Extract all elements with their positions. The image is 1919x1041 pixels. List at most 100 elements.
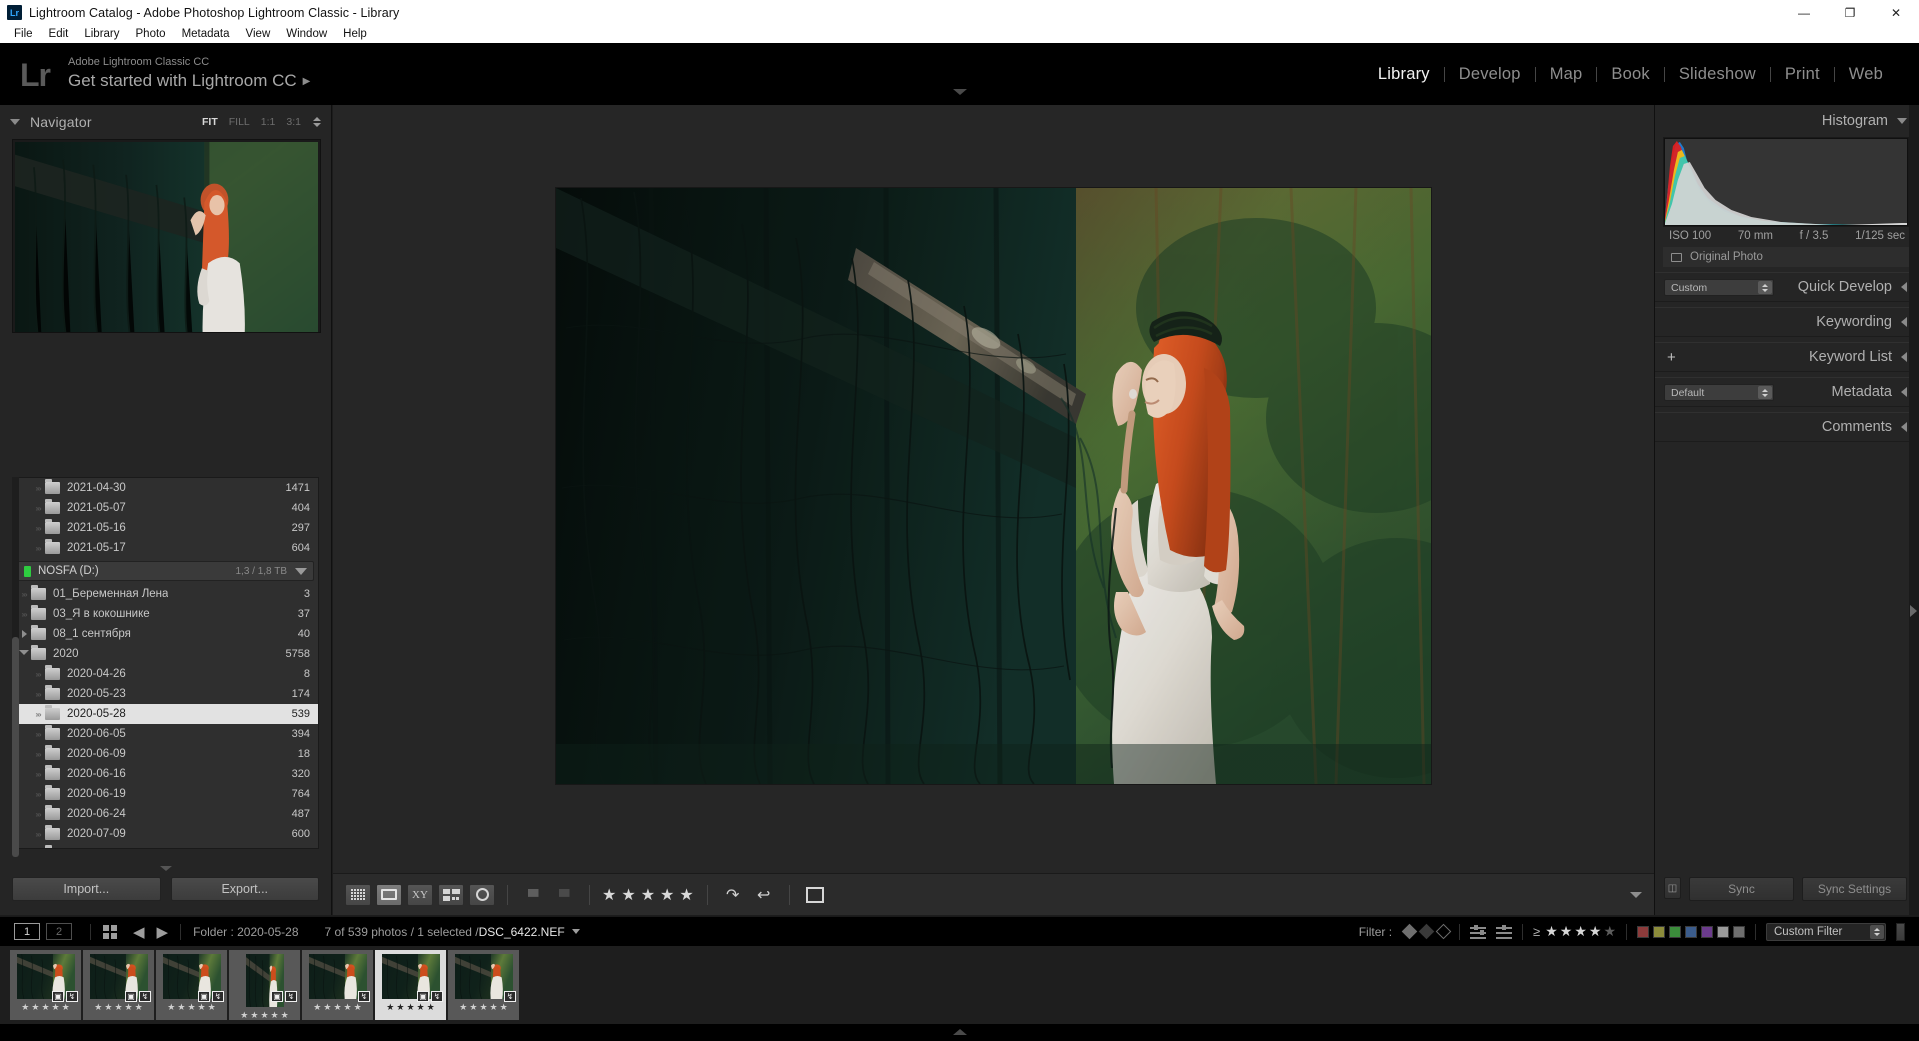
filter-flag-pick-icon[interactable] bbox=[1401, 923, 1418, 940]
module-map[interactable]: Map bbox=[1536, 65, 1597, 84]
loupe-view-icon[interactable] bbox=[376, 883, 402, 906]
filter-flag-reject-icon[interactable] bbox=[1435, 923, 1452, 940]
thumbnail-star[interactable]: ★ bbox=[52, 1003, 60, 1012]
folder-row[interactable]: ››› 2020-06-05 394 bbox=[13, 724, 318, 744]
thumbnail-rating[interactable]: ★ ★ ★ ★ ★ bbox=[167, 1003, 215, 1012]
zoom-fit[interactable]: FIT bbox=[202, 116, 218, 128]
filter-star-4[interactable]: ★ bbox=[1589, 923, 1602, 940]
filmstrip[interactable]: ▣ ↯ ★ ★ ★ ★ ★ ▣ ↯ ★ ★ ★ ★ ★ ▣ ↯ ★ ★ ★ ★ … bbox=[0, 946, 1919, 1024]
folder-row[interactable]: ››› 2020-06-24 487 bbox=[13, 804, 318, 824]
photo-stage[interactable] bbox=[333, 105, 1654, 867]
disclosure-dots-icon[interactable]: ››› bbox=[17, 610, 31, 619]
thumbnail-rating[interactable]: ★ ★ ★ ★ ★ bbox=[459, 1003, 507, 1012]
thumbnail-star[interactable]: ★ bbox=[406, 1003, 414, 1012]
color-label-swatch-6[interactable] bbox=[1717, 925, 1729, 938]
crop-overlay-icon[interactable] bbox=[802, 884, 828, 906]
thumbnail-star[interactable]: ★ bbox=[281, 1011, 289, 1020]
screen-2-button[interactable]: 2 bbox=[46, 923, 72, 940]
flag-pick-icon[interactable] bbox=[520, 884, 546, 906]
add-keyword-icon[interactable]: + bbox=[1667, 350, 1676, 365]
folder-row[interactable]: ››› 03_Я в кокошнике 37 bbox=[13, 604, 318, 624]
chevron-down-icon[interactable] bbox=[1897, 118, 1907, 124]
folder-row[interactable]: ››› 2020-06-19 764 bbox=[13, 784, 318, 804]
minimize-icon[interactable]: — bbox=[1781, 0, 1827, 25]
disclosure-open-icon[interactable] bbox=[17, 649, 31, 659]
scrollbar-thumb[interactable] bbox=[12, 637, 19, 857]
thumbnail-rating[interactable]: ★ ★ ★ ★ ★ bbox=[21, 1003, 69, 1012]
collapse-topbar-handle[interactable] bbox=[952, 89, 967, 95]
survey-view-icon[interactable] bbox=[438, 883, 464, 906]
thumbnail-star[interactable]: ★ bbox=[427, 1003, 435, 1012]
thumbnail-star[interactable]: ★ bbox=[417, 1003, 425, 1012]
filter-star-1[interactable]: ★ bbox=[1545, 923, 1558, 940]
rating-stars[interactable]: ★ ★ ★ ★ ★ bbox=[602, 885, 695, 905]
export-button[interactable]: Export... bbox=[170, 877, 319, 901]
disclosure-dots-icon[interactable]: ››› bbox=[31, 810, 45, 819]
disclosure-dots-icon[interactable]: ››› bbox=[31, 484, 45, 493]
thumbnail-star[interactable]: ★ bbox=[354, 1003, 362, 1012]
thumbnail-star[interactable]: ★ bbox=[396, 1003, 404, 1012]
grid-view-icon[interactable] bbox=[345, 883, 371, 906]
module-book[interactable]: Book bbox=[1597, 65, 1663, 84]
disclosure-dots-icon[interactable]: ››› bbox=[31, 504, 45, 513]
disclosure-dots-icon[interactable]: ››› bbox=[31, 670, 45, 679]
develop-badge-icon[interactable]: ↯ bbox=[139, 991, 151, 1002]
menu-edit[interactable]: Edit bbox=[41, 25, 77, 43]
thumbnail-star[interactable]: ★ bbox=[469, 1003, 477, 1012]
thumbnail-star[interactable]: ★ bbox=[323, 1003, 331, 1012]
chevron-left-icon[interactable] bbox=[1901, 352, 1907, 362]
disclosure-dots-icon[interactable]: ››› bbox=[31, 690, 45, 699]
menu-metadata[interactable]: Metadata bbox=[174, 25, 238, 43]
thumbnail-star[interactable]: ★ bbox=[198, 1003, 206, 1012]
folder-row[interactable]: ››› 2021-05-17 604 bbox=[13, 538, 318, 558]
color-label-swatch-7[interactable] bbox=[1733, 925, 1745, 938]
folder-row[interactable]: ››› 2020-06-16 320 bbox=[13, 764, 318, 784]
thumbnail-star[interactable]: ★ bbox=[114, 1003, 122, 1012]
folder-row[interactable]: 2020 5758 bbox=[13, 644, 318, 664]
filename-chevron-icon[interactable] bbox=[571, 929, 580, 934]
panel-keyword-list[interactable]: + Keyword List bbox=[1655, 342, 1919, 372]
star-4[interactable]: ★ bbox=[660, 885, 675, 905]
filter-star-2[interactable]: ★ bbox=[1560, 923, 1573, 940]
thumbnail-star[interactable]: ★ bbox=[459, 1003, 467, 1012]
thumbnail-star[interactable]: ★ bbox=[135, 1003, 143, 1012]
color-label-swatch-1[interactable] bbox=[1637, 925, 1649, 938]
crop-badge-icon[interactable]: ▣ bbox=[417, 991, 429, 1002]
chevron-left-icon[interactable] bbox=[1901, 317, 1907, 327]
previous-photo-icon[interactable]: ◀ bbox=[133, 923, 145, 941]
panel-comments[interactable]: Comments bbox=[1655, 412, 1919, 442]
crop-badge-icon[interactable]: ▣ bbox=[198, 991, 210, 1002]
thumbnail-star[interactable]: ★ bbox=[62, 1003, 70, 1012]
menu-library[interactable]: Library bbox=[76, 25, 127, 43]
zoom-1-1[interactable]: 1:1 bbox=[261, 116, 276, 128]
folder-row[interactable]: ››› 2020-07-09 600 bbox=[13, 824, 318, 844]
zoom-3-1[interactable]: 3:1 bbox=[286, 116, 301, 128]
module-print[interactable]: Print bbox=[1771, 65, 1834, 84]
next-photo-icon[interactable]: ▶ bbox=[157, 923, 169, 941]
filmstrip-thumbnail[interactable]: ↯ ★ ★ ★ ★ ★ bbox=[448, 950, 519, 1020]
quick-develop-preset-select[interactable]: Custom bbox=[1664, 279, 1774, 296]
disclosure-dots-icon[interactable]: ››› bbox=[17, 590, 31, 599]
disclosure-dots-icon[interactable]: ››› bbox=[31, 544, 45, 553]
thumbnail-star[interactable]: ★ bbox=[177, 1003, 185, 1012]
module-web[interactable]: Web bbox=[1835, 65, 1897, 84]
menu-file[interactable]: File bbox=[6, 25, 41, 43]
crop-badge-icon[interactable]: ▣ bbox=[271, 991, 283, 1002]
folder-row[interactable]: ››› 2020-05-28 539 bbox=[13, 704, 318, 724]
thumbnail-star[interactable]: ★ bbox=[250, 1011, 258, 1020]
compare-view-icon[interactable]: XY bbox=[407, 883, 433, 906]
disclosure-dots-icon[interactable]: ››› bbox=[31, 730, 45, 739]
collapse-filmstrip-handle[interactable] bbox=[952, 1029, 967, 1035]
thumbnail-star[interactable]: ★ bbox=[260, 1011, 268, 1020]
star-5[interactable]: ★ bbox=[679, 885, 694, 905]
thumbnail-star[interactable]: ★ bbox=[187, 1003, 195, 1012]
thumbnail-star[interactable]: ★ bbox=[41, 1003, 49, 1012]
disclosure-dots-icon[interactable]: ››› bbox=[31, 524, 45, 533]
filter-rating[interactable]: ≥ ★ ★ ★ ★ ★ bbox=[1533, 923, 1616, 940]
develop-badge-icon[interactable]: ↯ bbox=[285, 991, 297, 1002]
filmstrip-thumbnail[interactable]: ↯ ★ ★ ★ ★ ★ bbox=[302, 950, 373, 1020]
filmstrip-thumbnail[interactable]: ▣ ↯ ★ ★ ★ ★ ★ bbox=[156, 950, 227, 1020]
folder-scrollbar[interactable] bbox=[12, 477, 19, 857]
thumbnail-star[interactable]: ★ bbox=[94, 1003, 102, 1012]
volume-chevron-down-icon[interactable] bbox=[295, 567, 307, 575]
